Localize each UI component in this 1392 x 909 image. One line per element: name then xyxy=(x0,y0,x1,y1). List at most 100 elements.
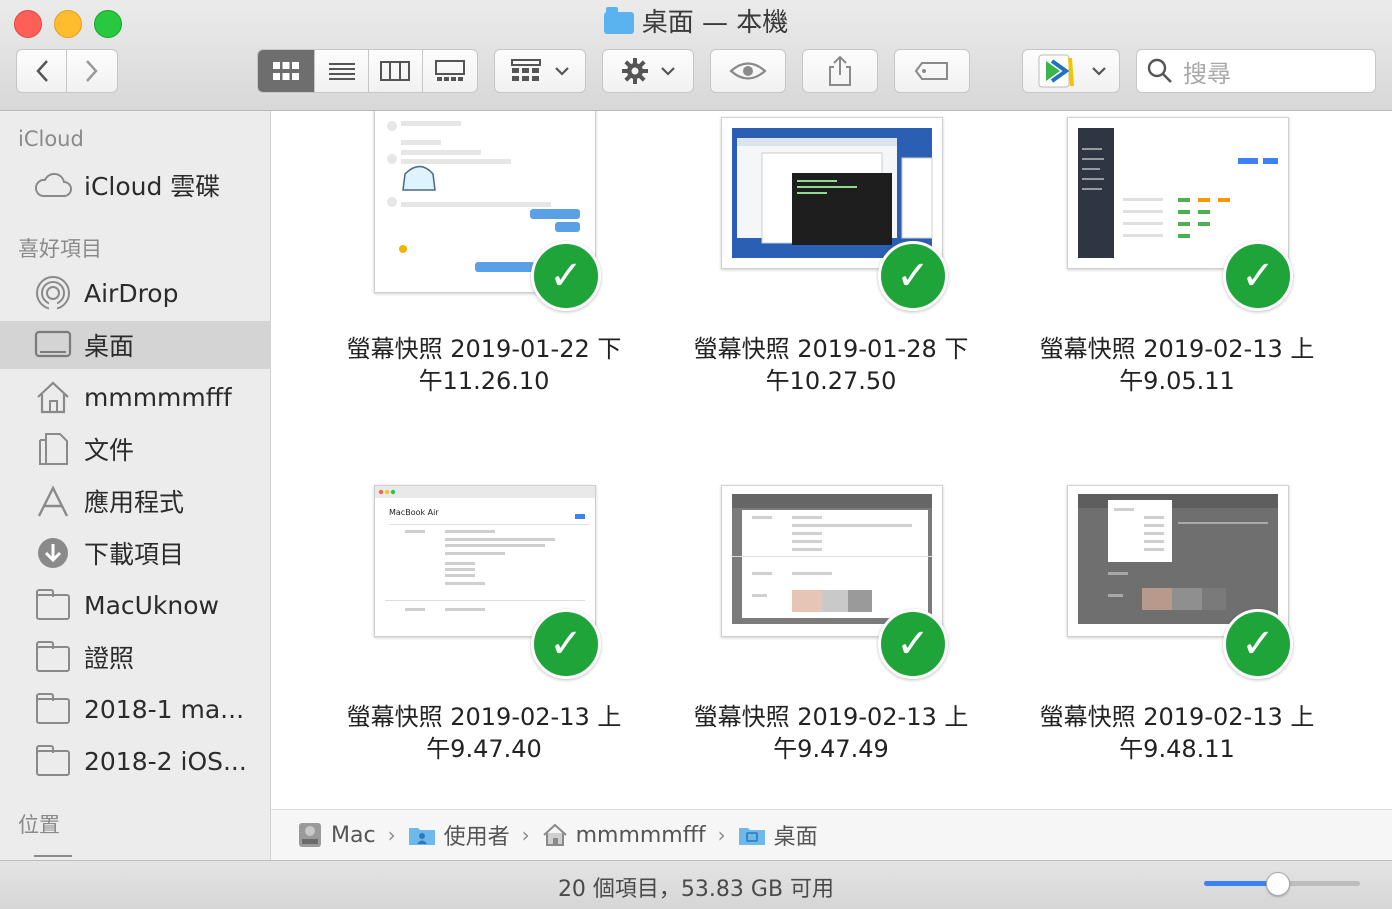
sidebar-item-label: mmmmmfff xyxy=(84,382,232,412)
path-item-mac[interactable]: Mac xyxy=(297,821,376,849)
sidebar-item-desktop[interactable]: 桌面 xyxy=(0,321,270,369)
file-name-line: 午9.47.40 xyxy=(426,735,542,763)
path-item-label: 使用者 xyxy=(443,825,510,850)
file-name-line: 螢幕快照 2019-01-22 下 xyxy=(346,335,622,363)
folder-icon xyxy=(34,641,72,673)
path-bar: Mac › 使用者 › mmmmmfff › 桌面 xyxy=(271,809,1392,860)
tags-button[interactable] xyxy=(894,49,970,93)
status-bar: 20 個項目，53.83 GB 可用 xyxy=(0,860,1392,909)
airdrop-icon xyxy=(34,276,72,311)
cloud-icon xyxy=(34,169,72,201)
hard-drive-icon xyxy=(299,823,321,847)
window-title-text: 桌面 — 本機 xyxy=(641,8,789,38)
desktop-folder-icon xyxy=(603,7,634,34)
sidebar-item-label: 證照 xyxy=(84,644,135,673)
forward-button[interactable] xyxy=(67,50,117,92)
navigation-buttons xyxy=(16,49,118,93)
download-icon xyxy=(34,537,72,569)
chevron-down-icon xyxy=(661,67,675,76)
file-name[interactable]: 螢幕快照 2019-02-13 上 午9.47.40 xyxy=(324,701,644,765)
file-name[interactable]: 螢幕快照 2019-02-13 上 午9.47.49 xyxy=(671,701,991,765)
app-extension-button[interactable] xyxy=(1022,49,1120,93)
sidebar-item-2018-1[interactable]: 2018-1 ma... xyxy=(0,685,270,733)
sidebar-item-label: 文件 xyxy=(84,436,135,465)
app-logo-icon xyxy=(1038,54,1074,88)
list-icon xyxy=(328,63,355,80)
folder-icon xyxy=(34,693,72,725)
chevron-down-icon xyxy=(1092,67,1106,76)
gallery-icon xyxy=(434,60,465,81)
sidebar-item-label: 下載項目 xyxy=(84,540,185,569)
path-separator-icon: › xyxy=(717,823,726,847)
sidebar-item-macuknow[interactable]: MacUknow xyxy=(0,581,270,629)
sidebar-item-label: 2018-1 ma... xyxy=(84,694,245,724)
file-name[interactable]: 螢幕快照 2019-01-28 下 午10.27.50 xyxy=(671,333,991,397)
file-name-line: 螢幕快照 2019-02-13 上 xyxy=(693,703,969,731)
document-icon xyxy=(34,433,72,465)
gallery-view-button[interactable] xyxy=(423,50,477,92)
sidebar-item-label: 應用程式 xyxy=(84,488,185,517)
path-item-home[interactable]: mmmmmfff xyxy=(542,823,706,848)
path-item-label: 桌面 xyxy=(773,825,818,850)
sidebar-item-icloud-drive[interactable]: iCloud 雲碟 xyxy=(0,161,270,209)
gear-icon xyxy=(622,58,648,84)
tag-icon xyxy=(914,62,948,80)
chevron-right-icon xyxy=(86,60,98,82)
action-button[interactable] xyxy=(602,49,694,93)
share-button[interactable] xyxy=(802,49,878,93)
share-icon xyxy=(829,55,851,86)
view-mode-segment xyxy=(257,49,478,93)
file-name-line: 螢幕快照 2019-02-13 上 xyxy=(346,703,622,731)
thumbnail-title: MacBook Air xyxy=(389,508,439,517)
sidebar-item-home[interactable]: mmmmmfff xyxy=(0,373,270,421)
path-item-users[interactable]: 使用者 xyxy=(408,819,510,851)
window-title: 桌面 — 本機 xyxy=(0,6,1392,40)
path-item-label: mmmmmfff xyxy=(575,822,706,848)
home-icon xyxy=(542,823,567,846)
file-name-line: 午9.05.11 xyxy=(1119,367,1235,395)
eye-icon xyxy=(729,62,767,80)
sidebar-item-label: 桌面 xyxy=(84,332,135,361)
icon-size-slider[interactable] xyxy=(1204,872,1360,896)
check-icon: ✓ xyxy=(878,241,948,311)
column-view-button[interactable] xyxy=(369,50,423,92)
folder-icon xyxy=(34,589,72,621)
search-icon xyxy=(1147,58,1172,83)
file-name[interactable]: 螢幕快照 2019-01-22 下 午11.26.10 xyxy=(324,333,644,397)
group-button[interactable] xyxy=(494,49,586,93)
sidebar-item-label: iCloud 雲碟 xyxy=(84,172,221,201)
group-grid-icon xyxy=(511,59,541,81)
check-icon: ✓ xyxy=(1223,241,1293,311)
file-name-line: 午11.26.10 xyxy=(418,367,550,395)
search-placeholder: 搜尋 xyxy=(1183,59,1231,88)
sidebar: iCloud iCloud 雲碟 喜好項目 AirDrop 桌面 mmmmmff… xyxy=(0,111,271,860)
sidebar-item-airdrop[interactable]: AirDrop xyxy=(0,269,270,317)
sidebar-item-applications[interactable]: 應用程式 xyxy=(0,477,270,525)
file-name-line: 螢幕快照 2019-02-13 上 xyxy=(1039,335,1315,363)
chevron-down-icon xyxy=(555,67,569,76)
sidebar-section-locations: 位置 xyxy=(18,813,60,837)
list-view-button[interactable] xyxy=(315,50,369,92)
sidebar-item-certificates[interactable]: 證照 xyxy=(0,633,270,681)
sidebar-item-downloads[interactable]: 下載項目 xyxy=(0,529,270,577)
icon-view-button[interactable] xyxy=(258,50,316,92)
toolbar: 桌面 — 本機 搜尋 xyxy=(0,0,1392,111)
quick-look-button[interactable] xyxy=(710,49,786,93)
sidebar-item-documents[interactable]: 文件 xyxy=(0,425,270,473)
path-separator-icon: › xyxy=(521,823,530,847)
sidebar-item-2018-2[interactable]: 2018-2 iOS... xyxy=(0,737,270,785)
file-name[interactable]: 螢幕快照 2019-02-13 上 午9.05.11 xyxy=(1017,333,1337,397)
file-name-line: 螢幕快照 2019-02-13 上 xyxy=(1039,703,1315,731)
check-icon: ✓ xyxy=(531,241,601,311)
applications-icon xyxy=(34,485,72,517)
sidebar-item-label: MacUknow xyxy=(84,590,219,620)
columns-icon xyxy=(380,61,411,81)
status-text: 20 個項目，53.83 GB 可用 xyxy=(557,877,835,902)
check-icon: ✓ xyxy=(878,609,948,679)
check-icon: ✓ xyxy=(1223,609,1293,679)
path-item-desktop[interactable]: 桌面 xyxy=(738,819,818,851)
search-field[interactable]: 搜尋 xyxy=(1136,49,1376,93)
back-button[interactable] xyxy=(17,50,68,92)
file-name-line: 午9.47.49 xyxy=(773,735,889,763)
file-name[interactable]: 螢幕快照 2019-02-13 上 午9.48.11 xyxy=(1017,701,1337,765)
